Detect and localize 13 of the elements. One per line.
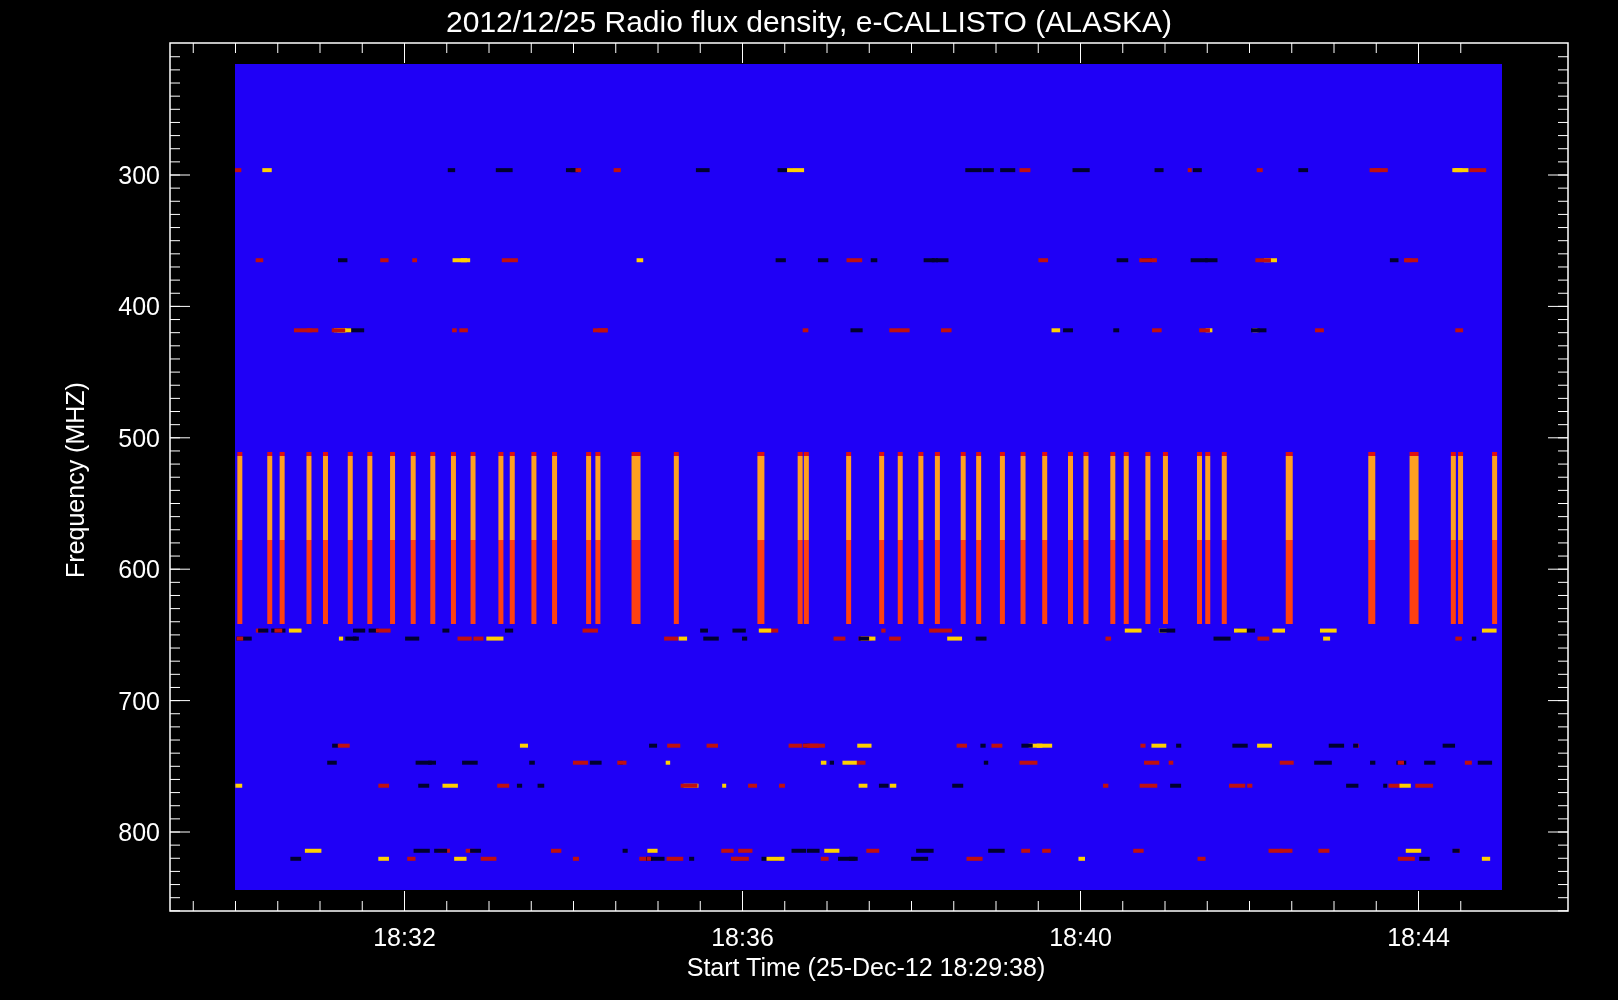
- x-tick-label: 18:40: [1049, 923, 1112, 951]
- y-tick-label: 700: [118, 686, 160, 715]
- y-tick-label: 300: [118, 161, 160, 189]
- x-tick-label: 18:44: [1387, 923, 1450, 951]
- y-tick-label: 500: [118, 423, 160, 452]
- y-axis-label: Frequency (MHZ): [61, 382, 89, 578]
- y-tick-label: 400: [118, 292, 160, 321]
- y-tick-label: 800: [118, 818, 160, 846]
- y-tick-label: 600: [118, 555, 160, 584]
- x-tick-label: 18:36: [711, 923, 774, 951]
- chart-title: 2012/12/25 Radio flux density, e-CALLISTO (ALASKA): [446, 5, 1172, 38]
- x-axis-label: Start Time (25-Dec-12 18:29:38): [686, 953, 1046, 981]
- x-tick-label: 18:32: [373, 923, 436, 951]
